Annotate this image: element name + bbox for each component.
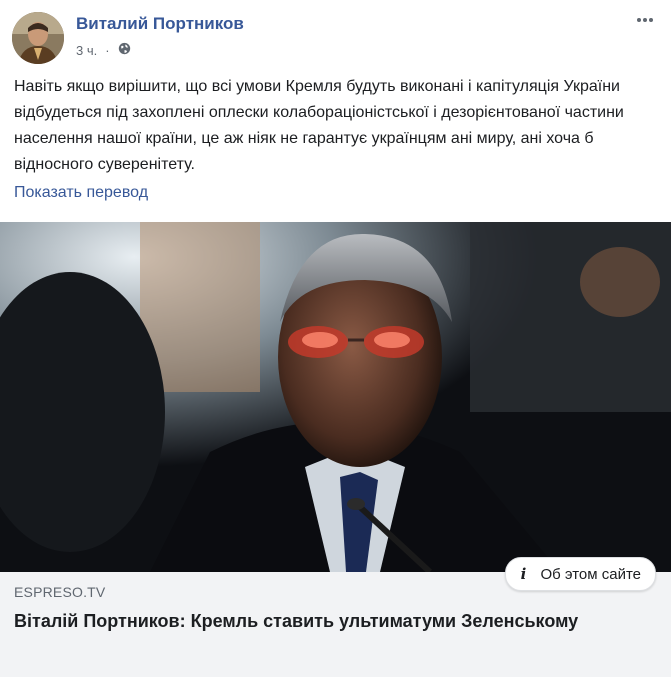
info-icon: i (520, 565, 527, 583)
meta-separator: · (105, 42, 110, 58)
post-text: Навіть якщо вирішити, що всі умови Кремл… (14, 78, 624, 173)
post-header: Виталий Портников 3 ч. · (0, 0, 671, 70)
show-translation-link[interactable]: Показать перевод (14, 184, 148, 202)
link-domain: ESPRESO.TV (14, 584, 106, 600)
link-title[interactable]: Віталій Портников: Кремль ставить ультим… (14, 608, 634, 634)
about-site-button[interactable]: i Об этом сайте (505, 557, 656, 591)
author-name[interactable]: Виталий Портников (76, 14, 244, 34)
author-avatar[interactable] (12, 12, 64, 64)
about-site-label: Об этом сайте (540, 565, 641, 583)
more-dots-icon[interactable] (633, 10, 657, 34)
link-preview-image[interactable] (0, 222, 671, 572)
post-meta: 3 ч. · (76, 42, 131, 58)
post-time[interactable]: 3 ч. (76, 43, 97, 58)
globe-icon[interactable] (118, 42, 131, 58)
